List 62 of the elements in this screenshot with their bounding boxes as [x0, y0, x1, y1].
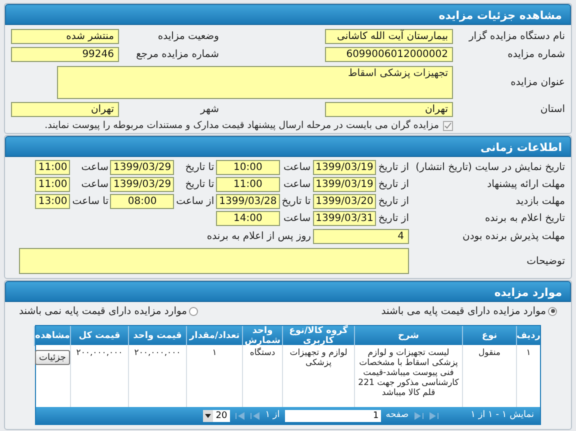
field-label: شماره مزایده مرجع: [135, 48, 219, 62]
text-field[interactable]: 11:00: [35, 177, 70, 192]
text-field[interactable]: 1399/03/19: [312, 160, 376, 175]
details-button[interactable]: جزئیات: [35, 350, 70, 365]
text-field[interactable]: 11:00: [35, 160, 70, 175]
text-field[interactable]: 11:00: [216, 177, 280, 192]
field-label: تا تاریخ: [184, 178, 214, 192]
text-field[interactable]: 10:00: [216, 160, 280, 175]
field-label: از تاریخ: [378, 178, 409, 192]
text-field[interactable]: 1399/03/28: [216, 194, 280, 209]
field-label: موارد مزایده دارای قیمت پایه نمی باشند: [19, 304, 187, 318]
field-label: مهلت بازدید: [514, 195, 565, 209]
page-size-select[interactable]: 20: [202, 410, 230, 422]
text-field[interactable]: منتشر شده: [11, 29, 119, 44]
section-header: اطلاعات زمانی: [5, 136, 571, 157]
section-header: موارد مزایده: [5, 281, 571, 302]
field-label: مهلت پذیرش برنده بودن: [462, 230, 565, 244]
page-field[interactable]: 1: [284, 410, 381, 422]
text-field[interactable]: 99246: [11, 47, 119, 62]
field-label: توضیحات: [526, 254, 565, 268]
field-label: موارد مزایده دارای قیمت پایه می باشند: [381, 304, 546, 318]
field-label: شماره مزایده: [506, 48, 565, 62]
text-field[interactable]: 1399/03/29: [110, 177, 174, 192]
field-label: وضعیت مزایده: [156, 30, 219, 44]
field-label: نام دستگاه مزایده گزار: [468, 29, 565, 44]
text-field[interactable]: 4: [313, 228, 409, 244]
section-header: مشاهده جزئیات مزایده: [5, 4, 571, 25]
page-count: از ۱: [265, 408, 280, 422]
field-label: از ساعت: [176, 195, 214, 209]
subject-field[interactable]: تجهیزات پزشکی اسقاط: [57, 66, 453, 98]
field-label: عنوان مزایده: [510, 76, 565, 90]
field-label: ساعت: [282, 212, 311, 226]
field-label: تا ساعت: [72, 195, 108, 209]
field-label: مهلت ارائه پیشنهاد: [486, 178, 565, 192]
field-label: روز پس از اعلام به برنده: [206, 230, 311, 244]
field-label: از تاریخ: [378, 161, 409, 175]
field-label: تا تاریخ: [282, 195, 311, 209]
notice-text: مزایده گران می بایست در مرحله ارسال پیشنهاد قیمت مدارک و مستندات مربوطه را پیوست نمایند.: [44, 118, 439, 133]
text-field[interactable]: تهران: [11, 102, 119, 117]
field-label: تاریخ اعلام به برنده: [484, 212, 565, 226]
text-field[interactable]: 14:00: [216, 211, 280, 226]
text-field[interactable]: 1399/03/19: [312, 177, 376, 192]
text-field[interactable]: 1399/03/20: [312, 194, 376, 209]
field-label: تا تاریخ: [184, 161, 214, 175]
text-field[interactable]: بیمارستان آیت الله کاشانی: [325, 29, 453, 44]
text-field[interactable]: 08:00: [110, 194, 174, 209]
text-field[interactable]: 6099006012000002: [325, 47, 453, 62]
text-field[interactable]: تهران: [325, 102, 453, 117]
text-field[interactable]: 1399/03/31: [312, 211, 376, 226]
field-label: ساعت: [282, 161, 311, 175]
field-label: از تاریخ: [378, 212, 409, 226]
field-label: ساعت: [80, 161, 108, 175]
field-label: ساعت: [282, 178, 311, 192]
field-label: استان: [539, 103, 565, 117]
field-label: از تاریخ: [378, 195, 409, 209]
field-label: ساعت: [80, 178, 108, 192]
page-label: صفحه: [386, 408, 409, 422]
field-label: تاریخ نمایش در سایت (تاریخ انتشار): [414, 161, 565, 175]
field-label: شهر: [199, 103, 219, 117]
pager-summary: نمایش ۱ - ۱ از ۱: [470, 408, 534, 422]
text-field[interactable]: 1399/03/29: [110, 160, 174, 175]
text-field[interactable]: 13:00: [35, 194, 70, 209]
